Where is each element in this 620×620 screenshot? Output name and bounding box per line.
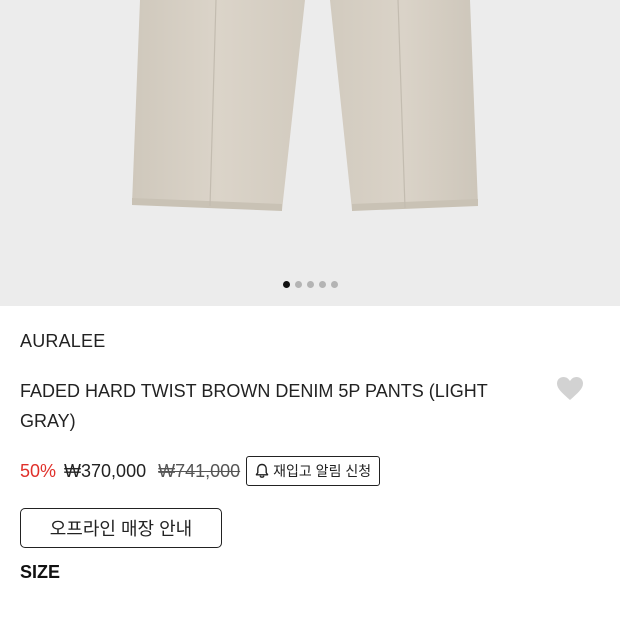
product-title: FADED HARD TWIST BROWN DENIM 5P PANTS (L… [20, 381, 488, 431]
carousel-dot[interactable] [330, 281, 338, 288]
restock-alert-label: 재입고 알림 신청 [273, 463, 372, 479]
carousel-dot[interactable] [318, 281, 326, 288]
price-row: 50% ₩370,000 ₩741,000 재입고 알림 신청 [20, 456, 381, 486]
offline-store-button[interactable]: 오프라인 매장 안내 [20, 508, 222, 548]
product-image-gallery[interactable] [0, 0, 620, 306]
size-section-label: SIZE [20, 562, 61, 582]
carousel-dot[interactable] [282, 281, 290, 288]
wishlist-button[interactable] [554, 373, 586, 403]
sale-price: ₩370,000 [64, 460, 147, 481]
carousel-dot[interactable] [294, 281, 302, 288]
offline-store-label: 오프라인 매장 안내 [49, 519, 193, 539]
product-image [132, 0, 478, 211]
brand-name[interactable]: AURALEE [20, 331, 105, 352]
carousel-dot[interactable] [306, 281, 314, 288]
carousel-indicator [0, 281, 620, 291]
discount-rate: 50% [20, 460, 57, 481]
restock-alert-button[interactable]: 재입고 알림 신청 [246, 456, 381, 486]
original-price: ₩741,000 [158, 460, 241, 481]
heart-icon [557, 376, 583, 400]
bell-icon [255, 463, 269, 478]
